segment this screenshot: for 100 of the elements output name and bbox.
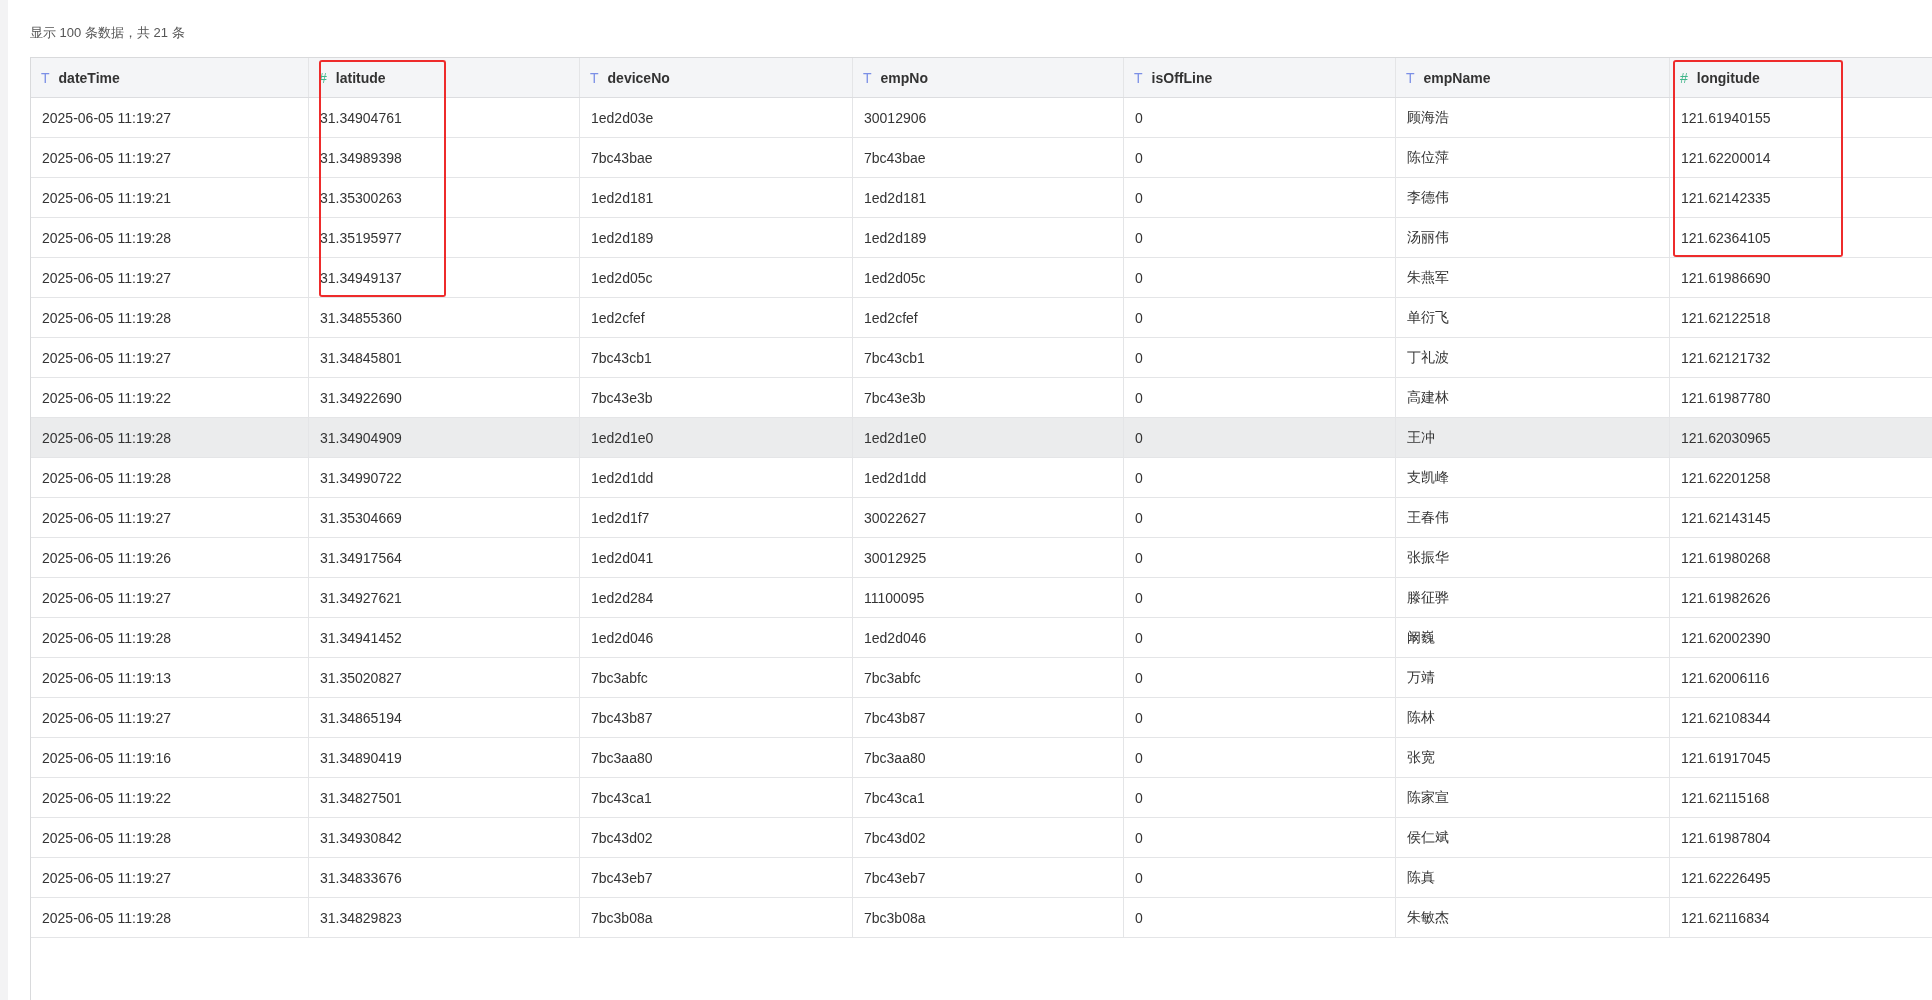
table-row[interactable]: 2025-06-05 11:19:28 31.35195977 1ed2d189 1ed2d189 0 汤丽伟 121.62364105 [31, 218, 1932, 258]
table-cell: 王春伟 [1396, 498, 1670, 537]
table-cell: 31.34941452 [309, 618, 580, 657]
table-cell: 31.34989398 [309, 138, 580, 177]
table-cell: 单衍飞 [1396, 298, 1670, 337]
table-cell: 31.34927621 [309, 578, 580, 617]
table-cell-text: 121.62002390 [1680, 628, 1772, 648]
table-cell: 2025-06-05 11:19:28 [31, 898, 309, 937]
table-cell: 2025-06-05 11:19:27 [31, 698, 309, 737]
table-row[interactable]: 2025-06-05 11:19:27 31.34845801 7bc43cb1 7bc43cb1 0 丁礼波 121.62121732 [31, 338, 1932, 378]
table-cell: 7bc43e3b [853, 378, 1124, 417]
column-header[interactable]: T empName [1396, 58, 1670, 97]
table-cell: 1ed2d284 [580, 578, 853, 617]
table-cell: 1ed2cfef [853, 298, 1124, 337]
table-cell: 7bc43d02 [853, 818, 1124, 857]
table-cell: 7bc3b08a [853, 898, 1124, 937]
column-header[interactable]: T isOffLine [1124, 58, 1396, 97]
table-cell: 31.34917564 [309, 538, 580, 577]
table-cell: 侯仁斌 [1396, 818, 1670, 857]
table-cell: 张振华 [1396, 538, 1670, 577]
table-cell: 7bc43cb1 [580, 338, 853, 377]
table-cell: 31.34890419 [309, 738, 580, 777]
table-row[interactable]: 2025-06-05 11:19:21 31.35300263 1ed2d181 1ed2d181 0 李德伟 121.62142335 [31, 178, 1932, 218]
column-header[interactable]: T empNo [853, 58, 1124, 97]
table-cell: 2025-06-05 11:19:27 [31, 98, 309, 137]
table-cell: 31.34833676 [309, 858, 580, 897]
table-cell: 顾海浩 [1396, 98, 1670, 137]
table-cell: 1ed2cfef [580, 298, 853, 337]
table-row[interactable]: 2025-06-05 11:19:28 31.34941452 1ed2d046 1ed2d046 0 阚巍 121.62002390 [31, 618, 1932, 658]
table-cell: 1ed2d03e [580, 98, 853, 137]
table-cell-text: 121.62122518 [1680, 308, 1772, 328]
table-cell: 121.62200014 [1670, 138, 1932, 177]
table-cell: 2025-06-05 11:19:27 [31, 858, 309, 897]
table-cell: 7bc43eb7 [580, 858, 853, 897]
table-cell: 2025-06-05 11:19:28 [31, 458, 309, 497]
column-type-icon: # [1680, 69, 1688, 86]
table-cell: 0 [1124, 418, 1396, 457]
table-cell: 0 [1124, 898, 1396, 937]
table-row[interactable]: 2025-06-05 11:19:27 31.34865194 7bc43b87 7bc43b87 0 陈林 121.62108344 [31, 698, 1932, 738]
table-row[interactable]: 2025-06-05 11:19:26 31.34917564 1ed2d041 30012925 0 张振华 121.61980268 [31, 538, 1932, 578]
table-cell: 0 [1124, 458, 1396, 497]
table-cell: 0 [1124, 578, 1396, 617]
table-cell: 2025-06-05 11:19:27 [31, 138, 309, 177]
table-cell: 2025-06-05 11:19:26 [31, 538, 309, 577]
table-cell: 支凯峰 [1396, 458, 1670, 497]
table-cell: 31.34922690 [309, 378, 580, 417]
table-row[interactable]: 2025-06-05 11:19:22 31.34827501 7bc43ca1 7bc43ca1 0 陈家宣 121.62115168 [31, 778, 1932, 818]
table-cell: 2025-06-05 11:19:22 [31, 778, 309, 817]
table-cell: 丁礼波 [1396, 338, 1670, 377]
table-cell: 7bc3aa80 [853, 738, 1124, 777]
table-cell-text: 121.62108344 [1680, 708, 1772, 728]
table-cell: 31.34845801 [309, 338, 580, 377]
table-cell-text: 121.61987804 [1680, 828, 1772, 848]
column-type-icon: T [1406, 69, 1415, 86]
table-cell: 30022627 [853, 498, 1124, 537]
table-cell: 1ed2d1dd [853, 458, 1124, 497]
table-cell: 2025-06-05 11:19:28 [31, 418, 309, 457]
column-header[interactable]: T dateTime [31, 58, 309, 97]
table-row[interactable]: 2025-06-05 11:19:16 31.34890419 7bc3aa80 7bc3aa80 0 张宽 121.61917045 [31, 738, 1932, 778]
table-cell: 2025-06-05 11:19:22 [31, 378, 309, 417]
table-cell: 121.62142335 [1670, 178, 1932, 217]
table-cell: 1ed2d041 [580, 538, 853, 577]
table-row[interactable]: 2025-06-05 11:19:28 31.34829823 7bc3b08a 7bc3b08a 0 朱敏杰 121.62116834 [31, 898, 1932, 938]
table-cell: 7bc43bae [580, 138, 853, 177]
table-cell: 0 [1124, 778, 1396, 817]
column-title: latitude [335, 69, 386, 86]
table-cell-text: 121.61987780 [1680, 388, 1772, 408]
table-cell: 30012906 [853, 98, 1124, 137]
table-cell: 2025-06-05 11:19:27 [31, 498, 309, 537]
table-cell: 1ed2d046 [580, 618, 853, 657]
table-row[interactable]: 2025-06-05 11:19:27 31.34833676 7bc43eb7 7bc43eb7 0 陈真 121.62226495 [31, 858, 1932, 898]
table-cell: 0 [1124, 218, 1396, 257]
table-cell: 1ed2d181 [853, 178, 1124, 217]
table-cell: 0 [1124, 138, 1396, 177]
table-cell: 7bc3abfc [580, 658, 853, 697]
table-cell: 7bc43eb7 [853, 858, 1124, 897]
table-cell: 2025-06-05 11:19:27 [31, 338, 309, 377]
column-title: empName [1423, 69, 1491, 86]
table-row[interactable]: 2025-06-05 11:19:28 31.34930842 7bc43d02 7bc43d02 0 侯仁斌 121.61987804 [31, 818, 1932, 858]
table-cell: 0 [1124, 818, 1396, 857]
column-type-icon: T [41, 69, 50, 86]
table-cell-text: 121.61980268 [1680, 548, 1772, 568]
table-row[interactable]: 2025-06-05 11:19:28 31.34990722 1ed2d1dd 1ed2d1dd 0 支凯峰 121.62201258 [31, 458, 1932, 498]
table-cell: 31.35304669 [309, 498, 580, 537]
table-cell: 陈家宣 [1396, 778, 1670, 817]
table-row[interactable]: 2025-06-05 11:19:28 31.34904909 1ed2d1e0 1ed2d1e0 0 王冲 121.62030965 [31, 418, 1932, 458]
table-row[interactable]: 2025-06-05 11:19:27 31.34927621 1ed2d284 11100095 0 滕征骅 121.61982626 [31, 578, 1932, 618]
table-row[interactable]: 2025-06-05 11:19:27 31.34949137 1ed2d05c 1ed2d05c 0 朱燕军 121.61986690 [31, 258, 1932, 298]
column-header[interactable]: T deviceNo [580, 58, 853, 97]
table-cell: 2025-06-05 11:19:28 [31, 818, 309, 857]
table-cell: 2025-06-05 11:19:21 [31, 178, 309, 217]
table-row[interactable]: 2025-06-05 11:19:27 31.34904761 1ed2d03e 30012906 0 顾海浩 121.61940155 [31, 98, 1932, 138]
table-cell: 7bc43bae [853, 138, 1124, 177]
table-cell: 1ed2d181 [580, 178, 853, 217]
table-cell: 0 [1124, 378, 1396, 417]
table-row[interactable]: 2025-06-05 11:19:28 31.34855360 1ed2cfef 1ed2cfef 0 单衍飞 121.62122518 [31, 298, 1932, 338]
table-row[interactable]: 2025-06-05 11:19:13 31.35020827 7bc3abfc 7bc3abfc 0 万靖 121.62006116 [31, 658, 1932, 698]
table-row[interactable]: 2025-06-05 11:19:27 31.35304669 1ed2d1f7 30022627 0 王春伟 121.62143145 [31, 498, 1932, 538]
column-type-icon: T [590, 69, 599, 86]
table-row[interactable]: 2025-06-05 11:19:27 31.34989398 7bc43bae 7bc43bae 0 陈位萍 121.62200014 [31, 138, 1932, 178]
